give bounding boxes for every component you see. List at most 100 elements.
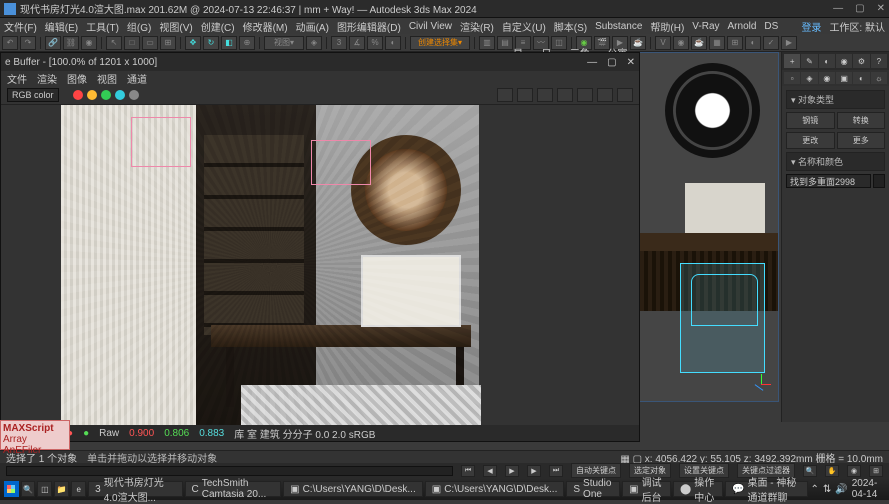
rbuf-menu-channel[interactable]: 通道 (127, 71, 147, 86)
dot-red[interactable] (73, 90, 83, 100)
dot-green[interactable] (101, 90, 111, 100)
bind-button[interactable]: ◉ (81, 36, 97, 50)
channel-dropdown[interactable]: RGB color (7, 88, 59, 102)
pivot-button[interactable]: ◈ (306, 36, 322, 50)
goto-start[interactable]: ⏮ (461, 465, 475, 477)
refcoord-dropdown[interactable]: 视图▾ (264, 36, 304, 50)
rbuf-menu-file[interactable]: 文件 (7, 71, 27, 86)
align-button[interactable]: ▤ (497, 36, 513, 50)
menu-animation[interactable]: 动画(A) (296, 19, 329, 34)
tab-hierarchy[interactable]: ◐ (819, 54, 835, 68)
rbuf-clear[interactable] (577, 88, 593, 102)
vray-tb1[interactable]: V (655, 36, 671, 50)
menu-render[interactable]: 渲染(R) (460, 19, 494, 34)
select-rect-button[interactable]: ▭ (142, 36, 158, 50)
workspace-dropdown[interactable]: 工作区: 默认 (829, 19, 885, 34)
snap-toggle[interactable]: 3 (331, 36, 347, 50)
sub-lights[interactable]: ◉ (819, 72, 835, 84)
minimize-button[interactable]: — (833, 3, 843, 14)
taskbar-explorer[interactable]: 📁 (54, 481, 69, 497)
scale-button[interactable]: ◧ (221, 36, 237, 50)
menu-create[interactable]: 创建(C) (201, 19, 235, 34)
rbuf-save[interactable] (557, 88, 573, 102)
raw-toggle[interactable]: Raw (99, 428, 119, 439)
objtype-btn3[interactable]: 更改 (786, 132, 835, 149)
menu-edit[interactable]: 编辑(E) (45, 19, 78, 34)
vray-tb3[interactable]: ☕ (691, 36, 707, 50)
sub-cameras[interactable]: ▣ (836, 72, 852, 84)
menu-tools[interactable]: 工具(T) (86, 19, 119, 34)
sub-helpers[interactable]: ◐ (853, 72, 869, 84)
close-button[interactable]: ✕ (877, 3, 885, 14)
menu-script[interactable]: 脚本(S) (554, 19, 587, 34)
render-buffer-viewport[interactable] (1, 105, 639, 425)
window-crossing-button[interactable]: ⊞ (160, 36, 176, 50)
dot-gray[interactable] (129, 90, 139, 100)
menu-customize[interactable]: 自定义(U) (502, 19, 546, 34)
undo-button[interactable]: ↶ (2, 36, 18, 50)
sub-space[interactable]: ☼ (871, 72, 887, 84)
rollout-name-color[interactable]: ▾ 名称和颜色 (786, 152, 885, 171)
taskbar-task[interactable]: 💬桌面 - 神秘通道群聊 (725, 481, 808, 497)
nav-pan[interactable]: ✋ (825, 465, 839, 477)
vray-tb4[interactable]: ▦ (709, 36, 725, 50)
rbuf-compare[interactable] (537, 88, 553, 102)
render-region-1[interactable] (131, 117, 191, 167)
perspective-viewport[interactable] (639, 52, 779, 402)
rbuf-trackmouse[interactable] (517, 88, 533, 102)
vray-tb7[interactable]: ✓ (763, 36, 779, 50)
named-selection[interactable]: 创建选择集▾ (410, 36, 470, 50)
select-button[interactable]: ↖ (106, 36, 122, 50)
vray-tb8[interactable]: ▶ (781, 36, 797, 50)
objtype-btn4[interactable]: 更多 (837, 132, 886, 149)
taskbar-task[interactable]: 3现代书房灯光4.0渲大图... (88, 481, 182, 497)
nav-max[interactable]: ⊞ (869, 465, 883, 477)
object-name-input[interactable] (786, 174, 871, 188)
vray-tb5[interactable]: ⊞ (727, 36, 743, 50)
tab-utilities[interactable]: ? (871, 54, 887, 68)
objtype-btn2[interactable]: 转换 (837, 112, 886, 129)
sub-shapes[interactable]: ◈ (801, 72, 817, 84)
rbuf-region[interactable] (497, 88, 513, 102)
tab-motion[interactable]: ◉ (836, 54, 852, 68)
menu-ds[interactable]: DS (764, 21, 778, 32)
dot-yellow[interactable] (87, 90, 97, 100)
menu-help[interactable]: 帮助(H) (650, 19, 684, 34)
menu-substance[interactable]: Substance (595, 21, 642, 32)
spinner-snap[interactable]: ◐ (385, 36, 401, 50)
start-button[interactable] (4, 481, 19, 497)
tray-sound-icon[interactable]: 🔊 (835, 484, 847, 495)
menu-view[interactable]: 视图(V) (159, 19, 192, 34)
taskbar-search[interactable]: 🔍 (21, 481, 36, 497)
taskbar-task[interactable]: ▣调试后台 (622, 481, 671, 497)
maximize-button[interactable]: ▢ (855, 3, 864, 14)
vray-tb2[interactable]: ◉ (673, 36, 689, 50)
tab-create[interactable]: + (784, 54, 800, 68)
rbuf-menu-image[interactable]: 图像 (67, 71, 87, 86)
menu-vray[interactable]: V-Ray (692, 21, 719, 32)
redo-button[interactable]: ↷ (20, 36, 36, 50)
move-button[interactable]: ✥ (185, 36, 201, 50)
viewport-chair-selected[interactable] (680, 263, 765, 373)
rollout-object-type[interactable]: ▾ 对象类型 (786, 90, 885, 109)
rbuf-minimize[interactable]: — (587, 57, 597, 68)
tray-more[interactable]: ⌃ (810, 484, 818, 495)
link-button[interactable]: 🔗 (45, 36, 61, 50)
taskbar-task[interactable]: CTechSmith Camtasia 20... (185, 481, 282, 497)
mirror-button[interactable]: ▥ (479, 36, 495, 50)
select-name-button[interactable]: □ (124, 36, 140, 50)
taskbar-task[interactable]: SStudio One (566, 481, 620, 497)
gizmo-z-axis[interactable] (755, 384, 764, 391)
login-link[interactable]: 登录 (801, 19, 821, 34)
tab-display[interactable]: ⚙ (853, 54, 869, 68)
play-button[interactable]: ▶ (505, 465, 519, 477)
taskbar-edge[interactable]: e (71, 481, 86, 497)
time-slider[interactable] (6, 466, 453, 476)
menu-graph[interactable]: 图形编辑器(D) (337, 19, 401, 34)
rbuf-render[interactable] (617, 88, 633, 102)
tab-modify[interactable]: ✎ (801, 54, 817, 68)
nav-orbit[interactable]: ◉ (847, 465, 861, 477)
menu-civil[interactable]: Civil View (409, 21, 452, 32)
autokey-button[interactable]: 自动关键点 (571, 463, 621, 478)
taskbar-taskview[interactable]: ◫ (37, 481, 52, 497)
